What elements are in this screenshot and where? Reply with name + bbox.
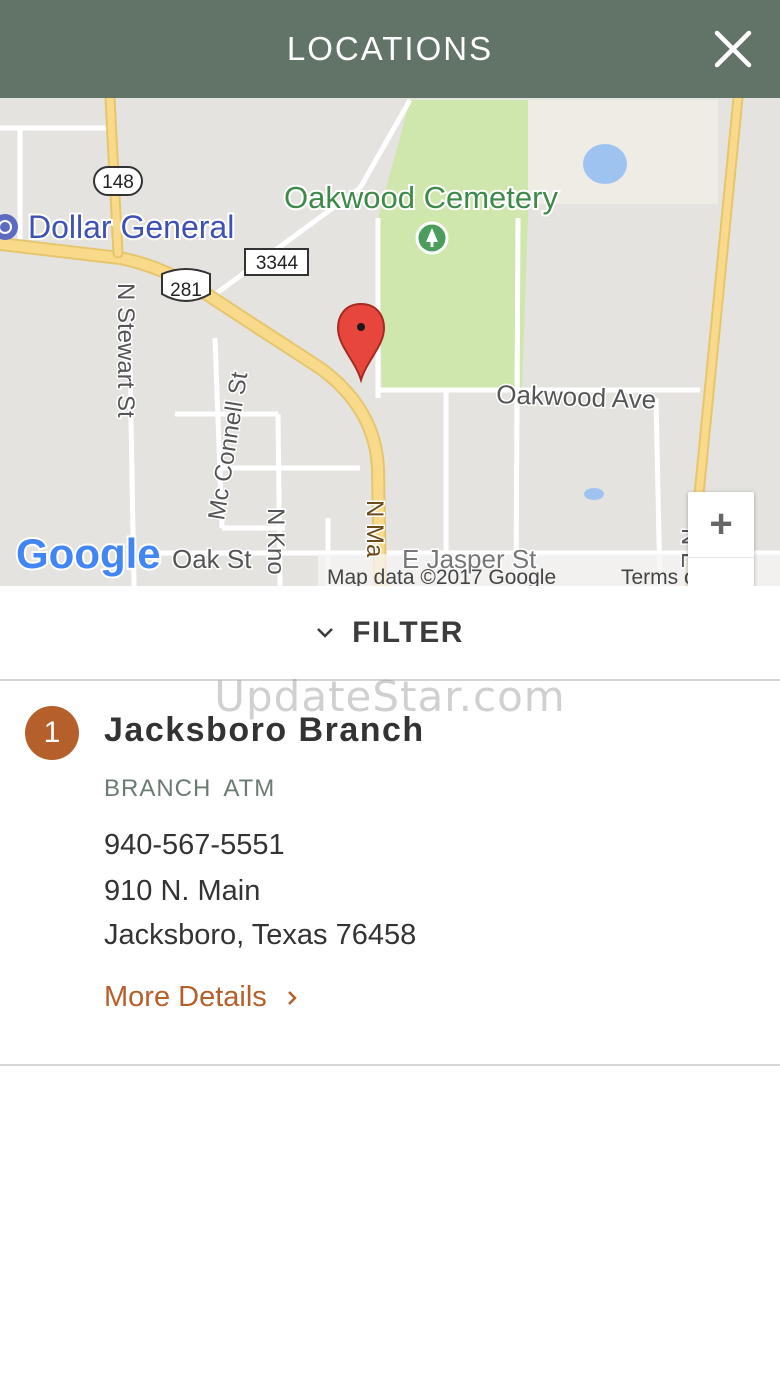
close-button[interactable] (714, 30, 752, 68)
location-tags: BRANCH ATM (104, 775, 275, 803)
filter-toggle[interactable]: FILTER (0, 586, 780, 681)
location-city: Jacksboro, Texas 76458 (104, 919, 417, 951)
store-poi-icon (0, 214, 18, 240)
close-icon (714, 30, 752, 68)
zoom-out-button[interactable]: − (688, 558, 754, 587)
more-details-label: More Details (104, 981, 267, 1013)
location-number-badge: 1 (25, 706, 79, 760)
tag-atm: ATM (223, 775, 276, 802)
street-label-oak: Oak St (172, 544, 252, 574)
water-pond (583, 144, 627, 184)
water-pond-small (584, 488, 604, 500)
location-street: 910 N. Main (104, 875, 261, 907)
street-label-oakwood-ave: Oakwood Ave (496, 379, 657, 415)
route-148-label: 148 (102, 172, 134, 193)
zoom-controls: + − (688, 492, 754, 586)
street-label-mc-connell: Mc Connell St (203, 370, 253, 522)
more-details-link[interactable]: More Details (104, 981, 297, 1014)
tag-branch: BRANCH (104, 775, 212, 802)
filter-label: FILTER (352, 615, 464, 649)
map-data-attribution: Map data ©2017 Google (327, 566, 556, 586)
street-label-n-stewart: N Stewart St (112, 283, 139, 418)
location-phone[interactable]: 940-567-5551 (104, 829, 285, 862)
street-label-n-kno: N Kno (262, 508, 289, 575)
poi-label-dollar-general: Dollar General (28, 209, 234, 245)
route-3344-label: 3344 (256, 253, 299, 274)
location-list-item: 1 Jacksboro Branch BRANCH ATM 940-567-55… (0, 683, 780, 1066)
chevron-right-icon (287, 990, 297, 1005)
cemetery-park (378, 100, 528, 390)
street-label-n-main: N Ma (361, 500, 388, 558)
route-281-label: 281 (170, 280, 202, 301)
cemetery-poi-icon (415, 221, 449, 255)
google-logo: Google (16, 530, 161, 577)
zoom-in-button[interactable]: + (688, 492, 754, 558)
poi-label-cemetery: Oakwood Cemetery (284, 180, 558, 215)
map-canvas: Dollar General Oakwood Cemetery 148 3344… (0, 98, 780, 586)
app-header: LOCATIONS (0, 0, 780, 98)
location-name: Jacksboro Branch (104, 711, 425, 749)
page-title: LOCATIONS (286, 30, 494, 67)
chevron-down-icon (317, 627, 333, 638)
map-view[interactable]: Dollar General Oakwood Cemetery 148 3344… (0, 98, 780, 586)
